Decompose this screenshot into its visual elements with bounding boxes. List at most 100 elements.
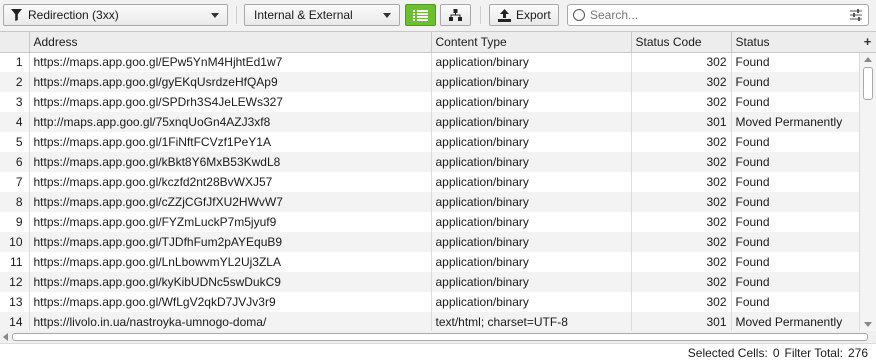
cell-address[interactable]: https://maps.app.goo.gl/1FiNftFCVzf1PeY1… xyxy=(29,132,432,152)
row-number[interactable]: 3 xyxy=(0,92,30,112)
column-header-status[interactable]: Status xyxy=(731,32,860,53)
cell-status[interactable]: Found xyxy=(731,252,860,272)
scope-dropdown[interactable]: Internal & External xyxy=(244,4,400,26)
cell-content-type[interactable]: application/binary xyxy=(431,152,632,172)
row-number[interactable]: 7 xyxy=(0,172,30,192)
cell-status-code[interactable]: 302 xyxy=(631,72,732,92)
table-row[interactable]: 3 https://maps.app.goo.gl/SPDrh3S4JeLEWs3… xyxy=(0,92,860,112)
cell-status[interactable]: Found xyxy=(731,192,860,212)
cell-status-code[interactable]: 302 xyxy=(631,132,732,152)
table-row[interactable]: 10 https://maps.app.goo.gl/TJDfhFum2pAYEq… xyxy=(0,232,860,252)
scrollbar-thumb[interactable] xyxy=(863,67,873,100)
export-button[interactable]: Export xyxy=(489,4,559,26)
cell-status-code[interactable]: 301 xyxy=(631,112,732,132)
cell-status[interactable]: Found xyxy=(731,52,860,72)
scroll-up-icon[interactable] xyxy=(864,57,872,62)
cell-status-code[interactable]: 301 xyxy=(631,312,732,331)
row-number[interactable]: 4 xyxy=(0,112,30,132)
cell-status-code[interactable]: 302 xyxy=(631,52,732,72)
cell-status-code[interactable]: 302 xyxy=(631,152,732,172)
table-row[interactable]: 14 https://livolo.in.ua/nastroyka-umnogo-… xyxy=(0,312,860,331)
column-header-status-code[interactable]: Status Code xyxy=(631,32,732,53)
cell-status[interactable]: Found xyxy=(731,232,860,252)
cell-content-type[interactable]: text/html; charset=UTF-8 xyxy=(431,312,632,331)
column-header-content-type[interactable]: Content Type xyxy=(431,32,632,53)
table-row[interactable]: 12 https://maps.app.goo.gl/kyKibUDNc5swDu… xyxy=(0,272,860,292)
cell-address[interactable]: https://maps.app.goo.gl/FYZmLuckP7m5jyuf… xyxy=(29,212,432,232)
cell-status[interactable]: Found xyxy=(731,132,860,152)
row-number[interactable]: 10 xyxy=(0,232,30,252)
cell-address[interactable]: https://livolo.in.ua/nastroyka-umnogo-do… xyxy=(29,312,432,331)
cell-content-type[interactable]: application/binary xyxy=(431,192,632,212)
cell-status[interactable]: Found xyxy=(731,212,860,232)
cell-content-type[interactable]: application/binary xyxy=(431,172,632,192)
cell-content-type[interactable]: application/binary xyxy=(431,212,632,232)
cell-address[interactable]: https://maps.app.goo.gl/kczfd2nt28BvWXJ5… xyxy=(29,172,432,192)
row-number[interactable]: 2 xyxy=(0,72,30,92)
cell-address[interactable]: https://maps.app.goo.gl/WfLgV2qkD7JVJv3r… xyxy=(29,292,432,312)
cell-content-type[interactable]: application/binary xyxy=(431,132,632,152)
table-row[interactable]: 11 https://maps.app.goo.gl/LnLbowvmYL2Uj3… xyxy=(0,252,860,272)
cell-status[interactable]: Moved Permanently xyxy=(731,112,860,132)
cell-address[interactable]: https://maps.app.goo.gl/gyEKqUsrdzeHfQAp… xyxy=(29,72,432,92)
table-row[interactable]: 2 https://maps.app.goo.gl/gyEKqUsrdzeHfQA… xyxy=(0,72,860,92)
cell-status-code[interactable]: 302 xyxy=(631,232,732,252)
cell-content-type[interactable]: application/binary xyxy=(431,112,632,132)
cell-address[interactable]: https://maps.app.goo.gl/LnLbowvmYL2Uj3ZL… xyxy=(29,252,432,272)
row-number[interactable]: 12 xyxy=(0,272,30,292)
cell-content-type[interactable]: application/binary xyxy=(431,72,632,92)
row-number[interactable]: 5 xyxy=(0,132,30,152)
vertical-scrollbar[interactable] xyxy=(859,53,876,331)
add-column-button[interactable]: + xyxy=(859,32,876,53)
cell-content-type[interactable]: application/binary xyxy=(431,52,632,72)
table-row[interactable]: 7 https://maps.app.goo.gl/kczfd2nt28BvWXJ… xyxy=(0,172,860,192)
cell-status-code[interactable]: 302 xyxy=(631,252,732,272)
scroll-left-icon[interactable] xyxy=(3,333,8,341)
cell-address[interactable]: https://maps.app.goo.gl/TJDfhFum2pAYEquB… xyxy=(29,232,432,252)
cell-address[interactable]: https://maps.app.goo.gl/kBkt8Y6MxB53KwdL… xyxy=(29,152,432,172)
cell-address[interactable]: http://maps.app.goo.gl/75xnqUoGn4AZJ3xf8 xyxy=(29,112,432,132)
cell-status[interactable]: Found xyxy=(731,292,860,312)
column-header-address[interactable]: Address xyxy=(29,32,432,53)
cell-status[interactable]: Found xyxy=(731,72,860,92)
cell-address[interactable]: https://maps.app.goo.gl/kyKibUDNc5swDukC… xyxy=(29,272,432,292)
cell-status-code[interactable]: 302 xyxy=(631,172,732,192)
filter-settings-icon[interactable] xyxy=(850,9,862,21)
table-row[interactable]: 5 https://maps.app.goo.gl/1FiNftFCVzf1PeY… xyxy=(0,132,860,152)
cell-status-code[interactable]: 302 xyxy=(631,212,732,232)
row-number[interactable]: 13 xyxy=(0,292,30,312)
tree-view-button[interactable] xyxy=(440,4,471,26)
cell-status-code[interactable]: 302 xyxy=(631,272,732,292)
cell-status[interactable]: Found xyxy=(731,172,860,192)
cell-status-code[interactable]: 302 xyxy=(631,292,732,312)
cell-content-type[interactable]: application/binary xyxy=(431,252,632,272)
cell-status[interactable]: Moved Permanently xyxy=(731,312,860,331)
table-row[interactable]: 13 https://maps.app.goo.gl/WfLgV2qkD7JVJv… xyxy=(0,292,860,312)
search-field[interactable] xyxy=(567,4,869,26)
cell-address[interactable]: https://maps.app.goo.gl/SPDrh3S4JeLEWs32… xyxy=(29,92,432,112)
cell-address[interactable]: https://maps.app.goo.gl/EPw5YnM4HjhtEd1w… xyxy=(29,52,432,72)
cell-status[interactable]: Found xyxy=(731,272,860,292)
table-row[interactable]: 1 https://maps.app.goo.gl/EPw5YnM4HjhtEd1… xyxy=(0,52,860,72)
table-row[interactable]: 6 https://maps.app.goo.gl/kBkt8Y6MxB53Kwd… xyxy=(0,152,860,172)
cell-content-type[interactable]: application/binary xyxy=(431,232,632,252)
table-row[interactable]: 9 https://maps.app.goo.gl/FYZmLuckP7m5jyu… xyxy=(0,212,860,232)
cell-status[interactable]: Found xyxy=(731,92,860,112)
list-view-button[interactable] xyxy=(405,4,436,26)
scrollbar-thumb[interactable] xyxy=(12,333,868,341)
row-number[interactable]: 11 xyxy=(0,252,30,272)
horizontal-scrollbar[interactable] xyxy=(0,331,876,343)
cell-content-type[interactable]: application/binary xyxy=(431,272,632,292)
row-number[interactable]: 8 xyxy=(0,192,30,212)
row-number[interactable]: 14 xyxy=(0,312,30,331)
table-row[interactable]: 8 https://maps.app.goo.gl/cZZjCGfJfXU2HWv… xyxy=(0,192,860,212)
row-number[interactable]: 6 xyxy=(0,152,30,172)
cell-content-type[interactable]: application/binary xyxy=(431,92,632,112)
row-number[interactable]: 1 xyxy=(0,52,30,72)
cell-status-code[interactable]: 302 xyxy=(631,192,732,212)
scroll-down-icon[interactable] xyxy=(864,322,872,327)
filter-dropdown[interactable]: Redirection (3xx) xyxy=(3,4,228,26)
cell-address[interactable]: https://maps.app.goo.gl/cZZjCGfJfXU2HWvW… xyxy=(29,192,432,212)
cell-status-code[interactable]: 302 xyxy=(631,92,732,112)
cell-status[interactable]: Found xyxy=(731,152,860,172)
